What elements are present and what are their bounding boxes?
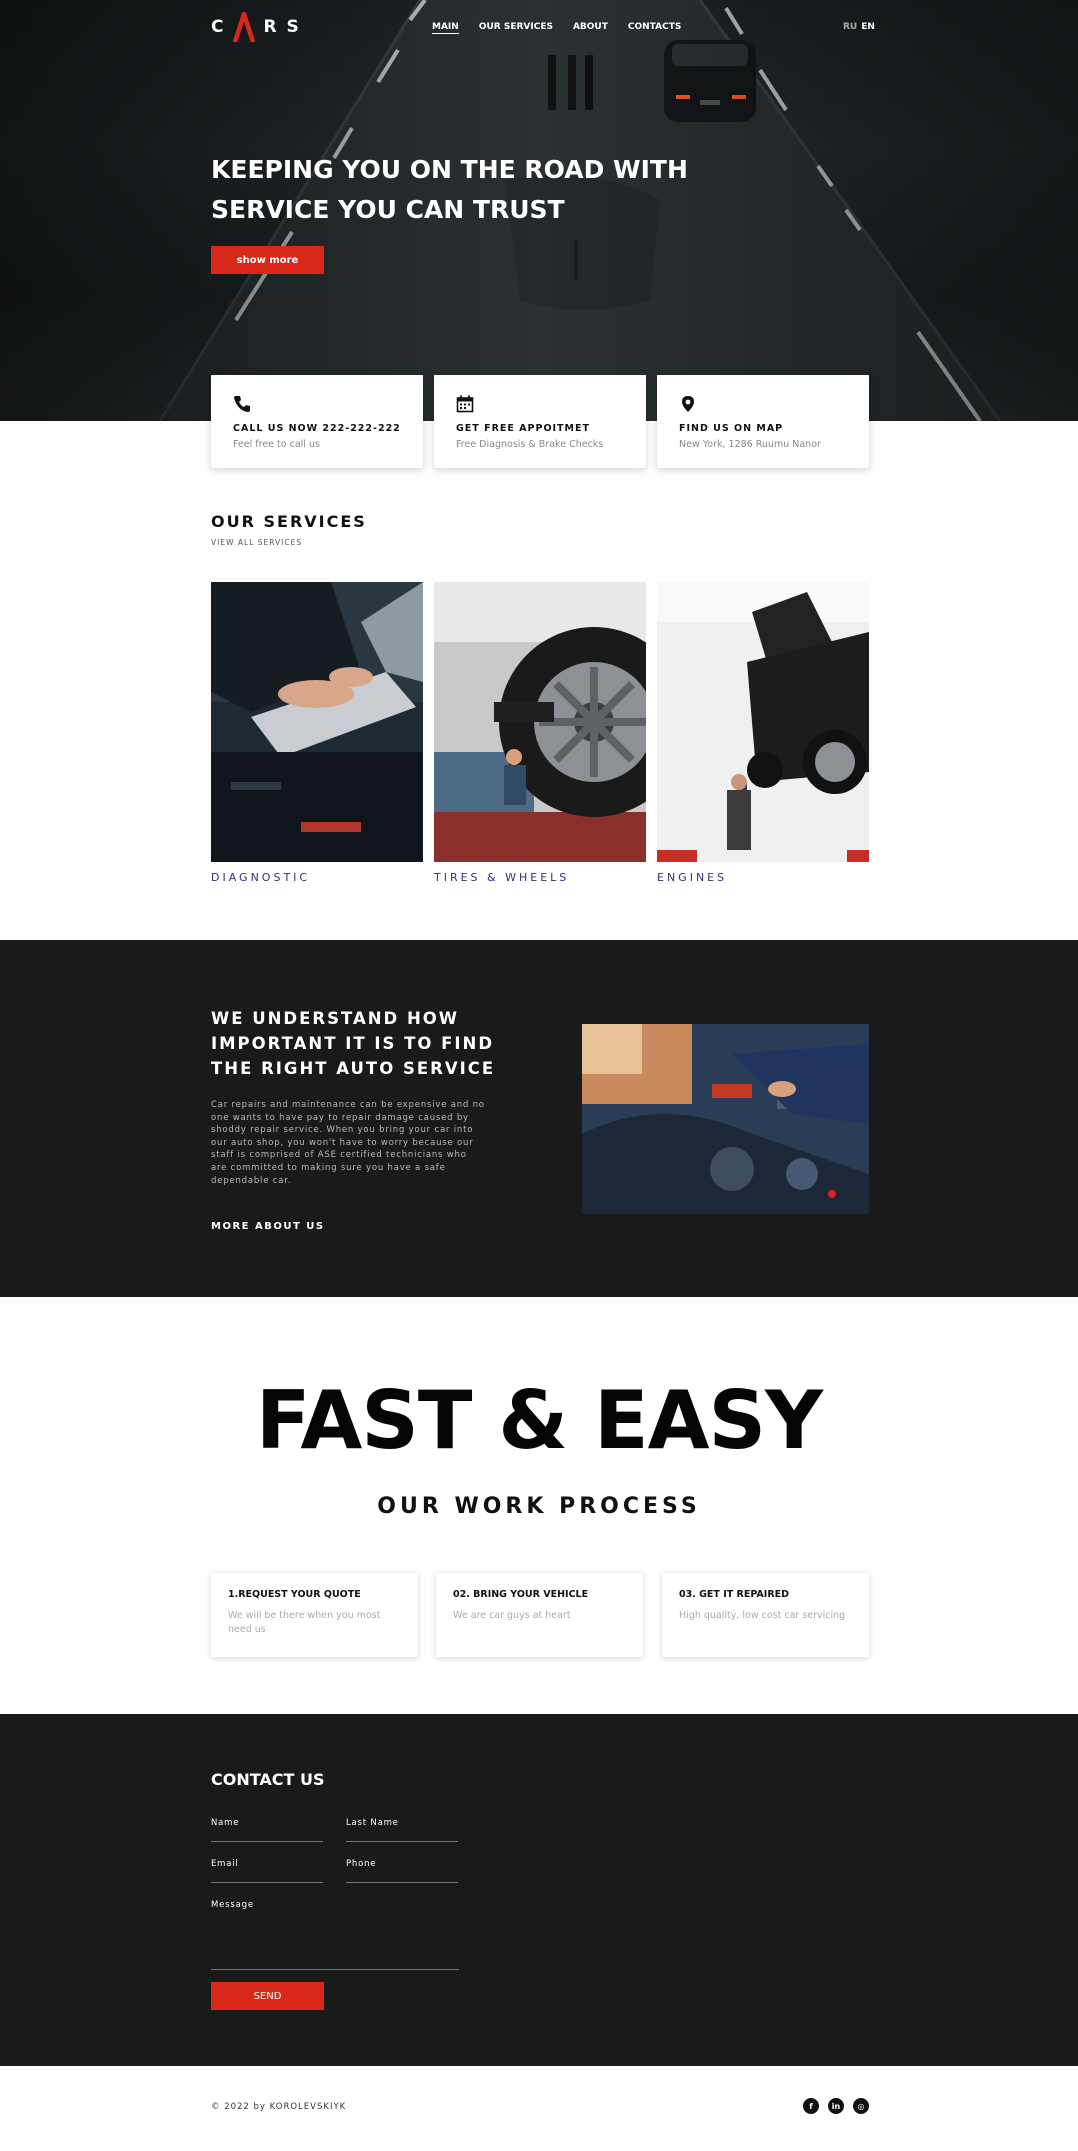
- lang-ru[interactable]: RU: [843, 22, 857, 32]
- about-title: WE UNDERSTAND HOW IMPORTANT IT IS TO FIN…: [211, 1009, 496, 1078]
- info-card-map[interactable]: FIND US ON MAP New York, 1286 Ruumu Nano…: [657, 375, 869, 468]
- instagram-icon[interactable]: ◎: [853, 2098, 869, 2114]
- services-title: OUR SERVICES: [211, 512, 367, 531]
- send-button[interactable]: SEND: [211, 1982, 324, 2010]
- name-input[interactable]: [211, 1827, 323, 1841]
- service-label-diagnostic[interactable]: DIAGNOSTIC: [211, 871, 310, 884]
- hero-title: KEEPING YOU ON THE ROAD WITH SERVICE YOU…: [211, 155, 688, 224]
- info-card-title: CALL US NOW 222-222-222: [233, 423, 401, 434]
- phone-input[interactable]: [346, 1868, 458, 1882]
- main-nav: MAIN OUR SERVICES ABOUT CONTACTS: [432, 22, 681, 34]
- service-label-tires[interactable]: TIRES & WHEELS: [434, 871, 569, 884]
- service-engines-image[interactable]: [657, 582, 869, 862]
- step-title: 1.REQUEST YOUR QUOTE: [228, 1589, 361, 1600]
- nav-main[interactable]: MAIN: [432, 22, 459, 34]
- mechanic-engine-image: [582, 1024, 869, 1214]
- process-step-1: 1.REQUEST YOUR QUOTE We will be there wh…: [211, 1573, 418, 1657]
- step-title: 02. BRING YOUR VEHICLE: [453, 1589, 589, 1600]
- info-card-title: FIND US ON MAP: [679, 423, 784, 434]
- hero-section: C R S MAIN OUR SERVICES ABOUT CONTACTS R…: [0, 0, 1078, 421]
- email-field[interactable]: Email: [211, 1859, 323, 1883]
- name-field[interactable]: Name: [211, 1818, 323, 1842]
- copyright-text: © 2022 by KOROLEVSKIYK: [211, 2102, 347, 2112]
- logo-letters-rs: R S: [263, 17, 301, 37]
- lang-en[interactable]: EN: [861, 22, 875, 32]
- facebook-icon[interactable]: f: [803, 2098, 819, 2114]
- process-step-3: 03. GET IT REPAIRED High quality, low co…: [662, 1573, 869, 1657]
- message-field[interactable]: Message: [211, 1900, 459, 1970]
- step-title: 03. GET IT REPAIRED: [679, 1589, 790, 1600]
- process-step-2: 02. BRING YOUR VEHICLE We are car guys a…: [436, 1573, 643, 1657]
- info-card-subtitle: Free Diagnosis & Brake Checks: [456, 439, 604, 450]
- service-label-engines[interactable]: ENGINES: [657, 871, 727, 884]
- phone-field[interactable]: Phone: [346, 1859, 458, 1883]
- calendar-icon: [456, 395, 474, 413]
- language-switcher: RU EN: [843, 22, 875, 32]
- nav-contacts[interactable]: CONTACTS: [628, 22, 681, 34]
- view-all-services-link[interactable]: VIEW ALL SERVICES: [211, 538, 302, 547]
- info-card-title: GET FREE APPOITMET: [456, 423, 590, 434]
- service-tires-image[interactable]: [434, 582, 646, 862]
- service-diagnostic-image[interactable]: [211, 582, 423, 862]
- info-card-subtitle: New York, 1286 Ruumu Nanor: [679, 439, 821, 450]
- show-more-button[interactable]: show more: [211, 246, 324, 274]
- about-section: WE UNDERSTAND HOW IMPORTANT IT IS TO FIN…: [0, 940, 1078, 1297]
- more-about-us-link[interactable]: MORE ABOUT US: [211, 1221, 325, 1232]
- phone-icon: [234, 396, 250, 412]
- logo-a-icon: [233, 12, 256, 42]
- info-card-subtitle: Feel free to call us: [233, 439, 320, 450]
- about-text: Car repairs and maintenance can be expen…: [211, 1100, 485, 1186]
- fast-easy-title: FAST & EASY: [255, 1374, 823, 1467]
- message-label: Message: [211, 1900, 254, 1910]
- step-text: We will be there when you most need us: [228, 1610, 381, 1635]
- step-text: We are car guys at heart: [453, 1610, 571, 1621]
- page: C R S MAIN OUR SERVICES ABOUT CONTACTS R…: [0, 0, 1078, 2151]
- nav-about[interactable]: ABOUT: [573, 22, 608, 34]
- email-input[interactable]: [211, 1868, 323, 1882]
- work-process-title: OUR WORK PROCESS: [377, 1494, 701, 1519]
- logo-letter-c: C: [211, 17, 226, 37]
- last-name-field[interactable]: Last Name: [346, 1818, 458, 1842]
- message-input[interactable]: [211, 1916, 459, 1968]
- logo[interactable]: C R S: [211, 12, 301, 42]
- step-text: High quality, low cost car servicing: [679, 1610, 846, 1621]
- linkedin-icon[interactable]: in: [828, 2098, 844, 2114]
- last-name-input[interactable]: [346, 1827, 458, 1841]
- contact-title: CONTACT US: [211, 1770, 325, 1789]
- info-card-appointment[interactable]: GET FREE APPOITMET Free Diagnosis & Brak…: [434, 375, 646, 468]
- nav-our-services[interactable]: OUR SERVICES: [479, 22, 553, 34]
- info-card-call[interactable]: CALL US NOW 222-222-222 Feel free to cal…: [211, 375, 423, 468]
- map-pin-icon: [682, 396, 694, 412]
- contact-section: CONTACT US Name Last Name Email Phone Me…: [0, 1714, 1078, 2066]
